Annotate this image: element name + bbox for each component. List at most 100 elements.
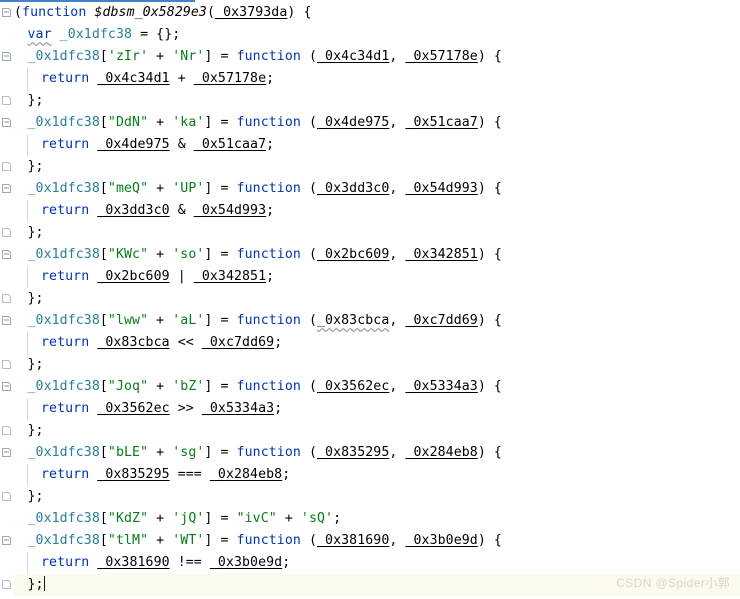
code-line[interactable]: (function $dbsm_0x5829e3(_0x3793da) { <box>0 2 740 24</box>
code-line-text: return _0x3dd3c0 & _0x54d993; <box>41 203 274 218</box>
code-line-text: }; <box>28 291 44 306</box>
fold-expand-icon[interactable] <box>1 227 12 238</box>
code-line[interactable]: return _0x4de975 & _0x51caa7; <box>0 134 740 156</box>
code-line[interactable]: _0x1dfc38["lww" + 'aL'] = function (_0x8… <box>0 310 740 332</box>
token: "ivC" <box>236 511 277 526</box>
code-line-text: }; <box>28 93 44 108</box>
token: _0x4c34d1 <box>97 71 170 86</box>
token: _0x342851 <box>405 247 478 262</box>
code-line[interactable]: return _0x4c34d1 + _0x57178e; <box>0 68 740 90</box>
code-line[interactable]: _0x1dfc38["DdN" + 'ka'] = function (_0x4… <box>0 112 740 134</box>
token: _0x83cbca <box>97 335 170 350</box>
code-line-text: }; <box>28 225 44 240</box>
token: ( <box>300 445 317 460</box>
token: 'ka' <box>172 115 205 130</box>
fold-collapse-icon[interactable] <box>1 51 12 62</box>
code-line-text: return _0x835295 === _0x284eb8; <box>41 467 290 482</box>
token: | <box>169 269 194 284</box>
token: [ <box>99 115 108 130</box>
token: , <box>389 181 406 196</box>
code-line[interactable]: var _0x1dfc38 = {}; <box>0 24 740 46</box>
fold-expand-icon[interactable] <box>1 579 12 590</box>
code-line-text: return _0x4de975 & _0x51caa7; <box>41 137 274 152</box>
fold-collapse-icon[interactable] <box>1 183 12 194</box>
code-line-text: }; <box>28 423 44 438</box>
code-line[interactable]: return _0x2bc609 | _0x342851; <box>0 266 740 288</box>
token: ] = <box>204 181 237 196</box>
code-line[interactable]: return _0x3562ec >> _0x5334a3; <box>0 398 740 420</box>
text-caret <box>43 576 46 591</box>
fold-collapse-icon[interactable] <box>1 117 12 128</box>
token: ( <box>300 49 317 64</box>
fold-expand-icon[interactable] <box>1 425 12 436</box>
code-line-text: _0x1dfc38["bLE" + 'sg'] = function (_0x8… <box>28 445 502 460</box>
code-line-text: return _0x4c34d1 + _0x57178e; <box>41 71 274 86</box>
code-line-text: var _0x1dfc38 = {}; <box>28 27 181 42</box>
fold-expand-icon[interactable] <box>1 359 12 370</box>
code-line[interactable]: _0x1dfc38["bLE" + 'sg'] = function (_0x8… <box>0 442 740 464</box>
token: _0x1dfc38 <box>27 445 100 460</box>
code-line[interactable]: }; <box>0 156 740 178</box>
token: , <box>389 313 406 328</box>
code-line[interactable]: }; <box>0 354 740 376</box>
token: function <box>236 181 301 196</box>
fold-collapse-icon[interactable] <box>1 315 12 326</box>
token: _0x83cbca <box>317 313 390 328</box>
code-line-text: return _0x2bc609 | _0x342851; <box>41 269 274 284</box>
token: !== <box>169 555 210 570</box>
token: "meQ" <box>107 181 149 196</box>
fold-collapse-icon[interactable] <box>1 535 12 546</box>
code-line[interactable]: _0x1dfc38["KWc" + 'so'] = function (_0x2… <box>0 244 740 266</box>
code-line[interactable]: }; <box>0 288 740 310</box>
token: _0x3dd3c0 <box>97 203 170 218</box>
code-line[interactable]: return _0x381690 !== _0x3b0e9d; <box>0 552 740 574</box>
fold-expand-icon[interactable] <box>1 293 12 304</box>
code-line[interactable]: _0x1dfc38["KdZ" + 'jQ'] = "ivC" + 'sQ'; <box>0 508 740 530</box>
active-tab-underline <box>0 0 195 2</box>
code-line[interactable]: _0x1dfc38['zIr' + 'Nr'] = function (_0x4… <box>0 46 740 68</box>
token: & <box>169 203 194 218</box>
indent-guide <box>27 464 28 486</box>
token: "Joq" <box>107 379 149 394</box>
code-content[interactable]: (function $dbsm_0x5829e3(_0x3793da) { var… <box>0 0 740 599</box>
token: }; <box>27 423 44 438</box>
code-line[interactable]: return _0x83cbca << _0xc7dd69; <box>0 332 740 354</box>
code-line[interactable]: return _0x835295 === _0x284eb8; <box>0 464 740 486</box>
token: , <box>389 533 406 548</box>
token: 'zIr' <box>107 49 149 64</box>
token: 'UP' <box>172 181 205 196</box>
code-line[interactable]: _0x1dfc38["Joq" + 'bZ'] = function (_0x3… <box>0 376 740 398</box>
token: ( <box>206 5 216 20</box>
code-line[interactable]: _0x1dfc38["meQ" + 'UP'] = function (_0x3… <box>0 178 740 200</box>
code-editor[interactable]: (function $dbsm_0x5829e3(_0x3793da) { var… <box>0 0 740 599</box>
fold-expand-icon[interactable] <box>1 95 12 106</box>
token: }; <box>27 159 44 174</box>
token: ( <box>300 181 317 196</box>
code-line-text: (function $dbsm_0x5829e3(_0x3793da) { <box>14 5 312 20</box>
code-line-text: _0x1dfc38["Joq" + 'bZ'] = function (_0x3… <box>28 379 502 394</box>
code-line-text: }; <box>28 489 44 504</box>
fold-expand-icon[interactable] <box>1 491 12 502</box>
token: ) { <box>477 115 502 130</box>
fold-expand-icon[interactable] <box>1 161 12 172</box>
token: }; <box>27 291 44 306</box>
code-line[interactable]: }; <box>0 90 740 112</box>
fold-collapse-icon[interactable] <box>1 381 12 392</box>
indent-guide <box>27 398 28 420</box>
indent-guide <box>27 552 28 574</box>
code-line[interactable]: }; <box>0 222 740 244</box>
fold-collapse-icon[interactable] <box>1 249 12 260</box>
fold-collapse-icon[interactable] <box>1 447 12 458</box>
code-line[interactable]: }; <box>0 486 740 508</box>
code-line[interactable]: _0x1dfc38["tlM" + 'WT'] = function (_0x3… <box>0 530 740 552</box>
code-line-text: _0x1dfc38["KWc" + 'so'] = function (_0x2… <box>28 247 502 262</box>
token: >> <box>169 401 202 416</box>
code-line[interactable]: return _0x3dd3c0 & _0x54d993; <box>0 200 740 222</box>
token: _0x57178e <box>405 49 478 64</box>
token: ; <box>266 269 275 284</box>
token: _0x381690 <box>97 555 170 570</box>
fold-collapse-icon[interactable] <box>1 7 12 18</box>
code-line[interactable]: }; <box>0 420 740 442</box>
indent-guide <box>27 200 28 222</box>
